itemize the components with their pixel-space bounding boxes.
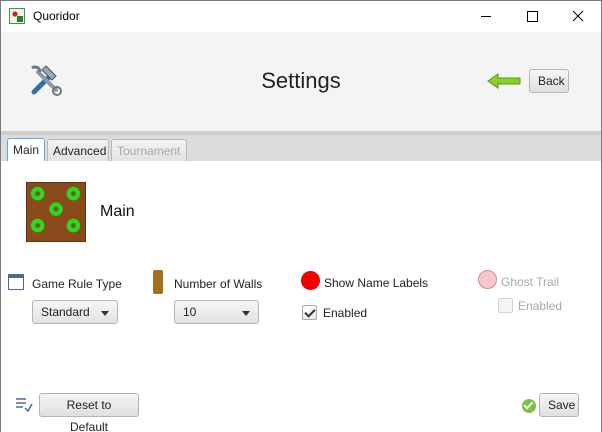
red-circle-icon	[301, 271, 320, 290]
close-button[interactable]	[555, 1, 601, 32]
window-title: Quoridor	[33, 9, 80, 23]
walls-combo[interactable]: 10	[174, 300, 259, 324]
tab-advanced[interactable]: Advanced	[47, 139, 109, 162]
game-rule-icon	[8, 274, 24, 290]
settings-header: Settings Back	[1, 32, 601, 131]
app-window: Quoridor Settings Back Main Advanced Tou…	[0, 0, 602, 432]
ghost-trail-checkbox	[498, 298, 513, 313]
main-tab-content: Main Game Rule Type Standard Number of W…	[1, 161, 601, 432]
section-title: Main	[100, 203, 135, 220]
name-labels-enabled-label[interactable]: Enabled	[323, 306, 367, 320]
walls-value: 10	[183, 305, 197, 319]
name-labels-checkbox[interactable]	[302, 305, 317, 320]
maximize-icon	[527, 11, 538, 22]
ghost-trail-label: Ghost Trail	[501, 275, 560, 289]
reset-list-icon	[16, 398, 33, 412]
name-labels-label: Show Name Labels	[324, 276, 429, 290]
ghost-circle-icon	[478, 270, 497, 289]
quoridor-app-icon	[9, 8, 25, 24]
title-bar[interactable]: Quoridor	[1, 1, 601, 32]
game-rule-value: Standard	[41, 305, 90, 319]
walls-label: Number of Walls	[174, 277, 263, 291]
minimize-button[interactable]	[463, 1, 509, 32]
wall-icon	[153, 270, 163, 294]
tab-tournament: Tournament	[111, 139, 187, 162]
chevron-down-icon	[242, 311, 250, 316]
minimize-icon	[481, 16, 491, 17]
ghost-trail-enabled-label: Enabled	[518, 299, 563, 313]
close-icon	[572, 10, 584, 22]
game-rule-label: Game Rule Type	[32, 277, 122, 291]
maximize-button[interactable]	[509, 1, 555, 32]
save-button[interactable]: Save	[539, 393, 579, 417]
chevron-down-icon	[101, 311, 109, 316]
checkmark-icon	[522, 399, 536, 413]
game-rule-combo[interactable]: Standard	[32, 300, 118, 324]
tab-strip: Main Advanced Tournament	[1, 131, 601, 164]
gears-board-icon	[26, 182, 86, 242]
back-button[interactable]: Back	[529, 69, 569, 93]
reset-to-default-button[interactable]: Reset to Default	[39, 393, 139, 432]
green-left-arrow-icon	[487, 73, 521, 89]
